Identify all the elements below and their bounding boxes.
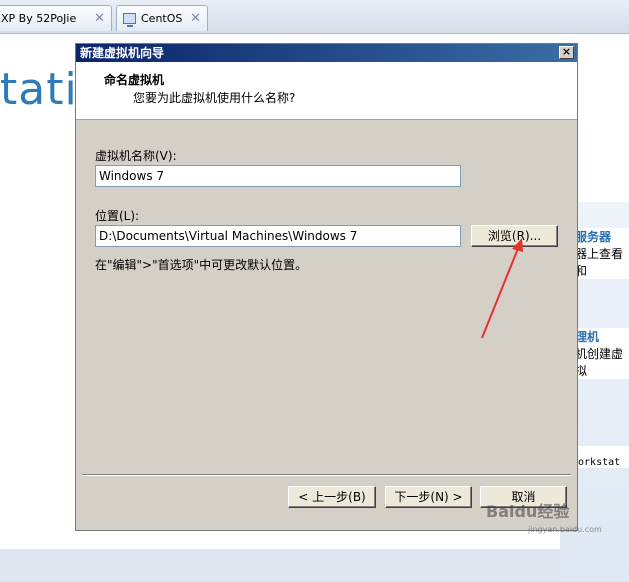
side-item-server[interactable]: 服务器 器上查看和	[575, 228, 629, 279]
baidu-watermark: Baidu经验	[486, 502, 570, 521]
tab-strip: XP By 52PoJie ✕ CentOS ✕	[0, 0, 629, 34]
tab-label: CentOS	[141, 12, 183, 25]
step-subtitle: 您要为此虚拟机使用什么名称?	[133, 91, 296, 105]
new-vm-wizard-dialog: 新建虚拟机向导 × 命名虚拟机 您要为此虚拟机使用什么名称? 虚拟机名称(V):…	[75, 43, 578, 531]
wizard-header: 命名虚拟机 您要为此虚拟机使用什么名称?	[76, 62, 577, 120]
tab-xp[interactable]: XP By 52PoJie ✕	[0, 5, 112, 31]
vm-name-input[interactable]	[95, 165, 461, 187]
close-button[interactable]: ×	[559, 46, 574, 59]
back-button[interactable]: < 上一步(B)	[288, 486, 376, 508]
tab-centos[interactable]: CentOS ✕	[116, 5, 208, 31]
vm-icon	[123, 13, 136, 27]
side-item-vm[interactable]: 理机 机创建虚拟	[575, 328, 629, 379]
step-title: 命名虚拟机	[104, 73, 165, 87]
close-tab-icon[interactable]: ✕	[190, 11, 201, 26]
location-label: 位置(L):	[95, 209, 140, 223]
dialog-titlebar[interactable]: 新建虚拟机向导 ×	[76, 44, 577, 62]
tab-label: XP By 52PoJie	[1, 12, 77, 25]
side-item-workstation: e Workstat	[572, 446, 629, 468]
dialog-title: 新建虚拟机向导	[80, 46, 165, 60]
vm-name-label: 虚拟机名称(V):	[95, 149, 177, 163]
baidu-watermark-url: jingyan.baidu.com	[528, 525, 602, 534]
footer-separator	[82, 474, 571, 476]
next-button[interactable]: 下一步(N) >	[385, 486, 472, 508]
close-tab-icon[interactable]: ✕	[94, 11, 105, 26]
browse-button[interactable]: 浏览(R)...	[471, 225, 558, 247]
location-hint: 在"编辑">"首选项"中可更改默认位置。	[95, 258, 308, 272]
location-input[interactable]	[95, 225, 461, 247]
